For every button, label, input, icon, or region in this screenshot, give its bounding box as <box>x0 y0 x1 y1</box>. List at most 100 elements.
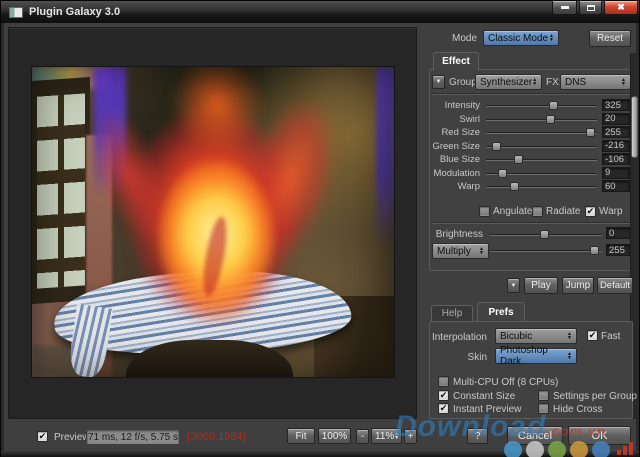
slider-track[interactable] <box>486 119 597 121</box>
jump-button[interactable]: Jump <box>562 277 594 294</box>
help-button[interactable]: ? <box>467 428 488 444</box>
updown-arrows-icon: ▲▼ <box>479 247 484 255</box>
chevron-down-icon: ▼ <box>436 79 442 85</box>
slider-track[interactable] <box>486 173 597 175</box>
default-button[interactable]: Default <box>597 277 633 294</box>
brightness-value-field[interactable]: 0 <box>606 227 631 239</box>
slider-thumb[interactable] <box>492 142 501 151</box>
brightness-track[interactable] <box>490 234 602 236</box>
slider-row: Swirl 20 <box>430 113 632 126</box>
hundred-percent-button[interactable]: 100% <box>318 428 351 444</box>
zoom-in-button[interactable]: + <box>404 429 417 444</box>
zoom-level-dropdown[interactable]: 11% ▲▼ <box>371 428 402 444</box>
cancel-button[interactable]: Cancel <box>507 426 563 445</box>
minimize-button[interactable] <box>552 1 577 15</box>
fit-button[interactable]: Fit <box>287 428 315 444</box>
slider-value-field[interactable]: -216 <box>602 140 630 152</box>
image-dimensions: (3000,1984) <box>187 431 246 443</box>
reset-button[interactable]: Reset <box>589 30 631 47</box>
mode-dropdown[interactable]: Classic Mode ▲▼ <box>483 30 559 46</box>
interpolation-dropdown[interactable]: Bicubic ▲▼ <box>495 328 577 344</box>
blend-track[interactable] <box>490 250 602 252</box>
fx-value: DNS <box>565 77 586 88</box>
multicpu-checkbox[interactable] <box>438 376 449 387</box>
slider-label: Red Size <box>430 127 480 138</box>
slider-thumb[interactable] <box>514 155 523 164</box>
preview-image[interactable] <box>32 67 394 377</box>
slider-value-field[interactable]: 20 <box>602 113 630 125</box>
window-border-bottom <box>1 451 639 457</box>
slider-value-field[interactable]: -106 <box>602 153 630 165</box>
fast-label: Fast <box>601 331 620 342</box>
angulate-label: Angulate <box>493 206 532 217</box>
radiate-checkbox[interactable] <box>532 206 543 217</box>
constant-size-checkbox[interactable]: ✔ <box>438 390 449 401</box>
tab-effect[interactable]: Effect <box>433 52 479 70</box>
scrollbar-thumb[interactable] <box>631 96 638 158</box>
preset-menu-button[interactable]: ▼ <box>432 75 445 89</box>
brightness-thumb[interactable] <box>540 230 549 239</box>
hide-cross-checkbox[interactable] <box>538 403 549 414</box>
zoom-out-button[interactable]: - <box>356 429 369 444</box>
preview-checkbox[interactable]: ✔ <box>37 431 48 442</box>
minimize-icon <box>561 6 569 9</box>
separator <box>432 93 630 95</box>
slider-label: Swirl <box>430 114 480 125</box>
play-button[interactable]: Play <box>524 277 558 294</box>
anim-menu-button[interactable]: ▼ <box>507 278 520 293</box>
instant-preview-label: Instant Preview <box>453 404 521 415</box>
photo-vignette <box>32 67 394 377</box>
slider-row: Red Size 255 <box>430 126 632 139</box>
fx-dropdown[interactable]: DNS ▲▼ <box>560 74 631 90</box>
preview-label: Preview <box>54 432 90 443</box>
title-bar[interactable]: Plugin Galaxy 3.0 <box>1 1 639 23</box>
warp-checkbox[interactable]: ✔ <box>585 206 596 217</box>
maximize-icon <box>587 5 595 11</box>
slider-thumb[interactable] <box>549 101 558 110</box>
slider-value-field[interactable]: 255 <box>602 126 630 138</box>
window-border-left <box>1 23 4 452</box>
settings-per-group-checkbox[interactable] <box>538 390 549 401</box>
close-button[interactable]: ✖ <box>604 1 638 15</box>
group-dropdown[interactable]: Synthesizer ▲▼ <box>475 74 542 90</box>
tab-prefs[interactable]: Prefs <box>477 302 525 321</box>
group-value: Synthesizer <box>480 77 532 88</box>
updown-arrows-icon: ▲▼ <box>621 78 626 86</box>
fast-checkbox[interactable]: ✔ <box>587 330 598 341</box>
slider-track[interactable] <box>486 146 597 148</box>
tab-help[interactable]: Help <box>431 305 473 321</box>
slider-value-field[interactable]: 325 <box>602 99 630 111</box>
slider-thumb[interactable] <box>546 115 555 124</box>
slider-label: Modulation <box>430 168 480 179</box>
angulate-checkbox[interactable] <box>479 206 490 217</box>
maximize-button[interactable] <box>579 1 602 15</box>
slider-row: Green Size-216 <box>430 140 632 153</box>
settings-per-group-label: Settings per Group <box>553 391 637 402</box>
slider-thumb[interactable] <box>586 128 595 137</box>
slider-value-field[interactable]: 9 <box>602 167 630 179</box>
slider-track[interactable] <box>486 186 597 188</box>
instant-preview-checkbox[interactable]: ✔ <box>438 403 449 414</box>
slider-track[interactable] <box>486 132 597 134</box>
updown-arrows-icon: ▲▼ <box>567 352 572 360</box>
slider-value-field[interactable]: 60 <box>602 180 630 192</box>
ok-button[interactable]: OK <box>568 426 631 445</box>
slider-row: Modulation 9 <box>430 167 632 180</box>
effect-panel: ▼ Group: Synthesizer ▲▼ FX: DNS ▲▼ Inten… <box>429 69 633 271</box>
blend-mode-dropdown[interactable]: Multiply ▲▼ <box>432 243 489 259</box>
mode-value: Classic Mode <box>488 33 548 44</box>
mode-label: Mode <box>452 33 477 44</box>
interpolation-value: Bicubic <box>500 331 532 342</box>
blend-thumb[interactable] <box>590 246 599 255</box>
slider-thumb[interactable] <box>498 169 507 178</box>
slider-track[interactable] <box>486 159 597 161</box>
chevron-down-icon: ▼ <box>511 283 517 289</box>
hide-cross-label: Hide Cross <box>553 404 602 415</box>
blend-value-field[interactable]: 255 <box>606 244 631 256</box>
close-icon: ✖ <box>617 2 625 13</box>
slider-track[interactable] <box>486 105 597 107</box>
skin-dropdown[interactable]: Photoshop Dark ▲▼ <box>495 348 577 364</box>
updown-arrows-icon: ▲▼ <box>394 432 399 440</box>
slider-thumb[interactable] <box>510 182 519 191</box>
warp-label: Warp <box>599 206 623 217</box>
